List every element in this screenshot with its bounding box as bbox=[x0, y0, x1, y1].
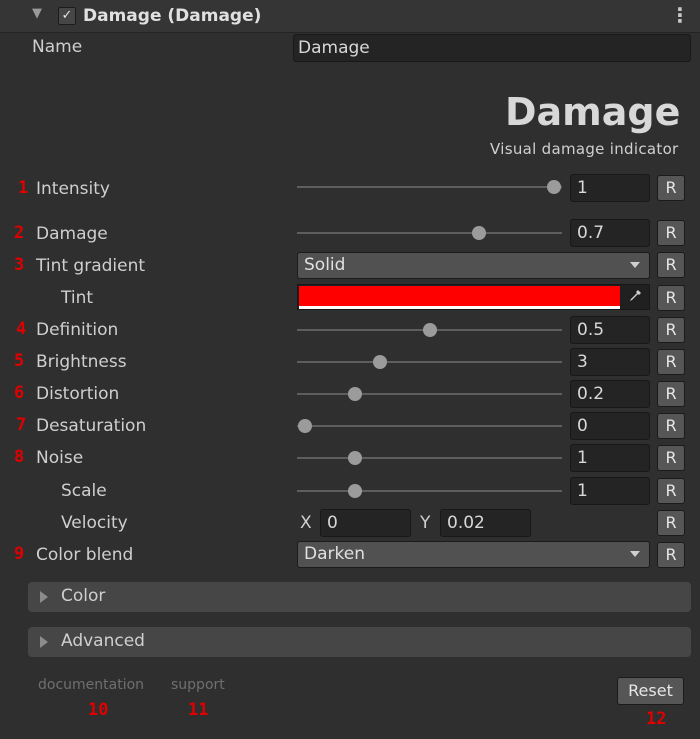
intensity-label: Intensity bbox=[36, 179, 110, 199]
number-marker-2: 2 bbox=[14, 223, 25, 243]
tint-color-swatch[interactable] bbox=[299, 286, 620, 306]
tint-gradient-reset-button[interactable]: R bbox=[657, 252, 685, 278]
damage-slider-track[interactable] bbox=[297, 232, 562, 234]
number-marker-1: 1 bbox=[18, 178, 29, 198]
damage-reset-button[interactable]: R bbox=[657, 220, 685, 246]
chevron-down-icon bbox=[630, 262, 640, 268]
distortion-slider-track[interactable] bbox=[297, 393, 562, 395]
intensity-slider-thumb[interactable] bbox=[547, 180, 561, 194]
color-blend-label: Color blend bbox=[36, 545, 134, 565]
distortion-input[interactable]: 0.2 bbox=[570, 380, 650, 408]
brightness-input[interactable]: 3 bbox=[570, 348, 650, 376]
desaturation-input[interactable]: 0 bbox=[570, 412, 650, 440]
tint-reset-button[interactable]: R bbox=[657, 285, 685, 311]
noise-label: Noise bbox=[36, 448, 84, 468]
documentation-link[interactable]: documentation bbox=[38, 677, 144, 693]
intensity-slider-track[interactable] bbox=[297, 186, 562, 188]
number-marker-3: 3 bbox=[14, 255, 25, 275]
enabled-checkbox[interactable]: ✓ bbox=[58, 7, 76, 25]
scale-input[interactable]: 1 bbox=[570, 477, 650, 505]
color-blend-dropdown[interactable]: Darken bbox=[297, 541, 650, 568]
number-marker-10: 10 bbox=[88, 700, 109, 720]
scale-slider-track[interactable] bbox=[297, 490, 562, 492]
expand-arrow-icon bbox=[40, 636, 48, 648]
scale-slider-thumb[interactable] bbox=[347, 484, 362, 498]
eyedropper-icon[interactable] bbox=[624, 288, 646, 306]
intensity-reset-button[interactable]: R bbox=[657, 175, 685, 201]
color-blend-value: Darken bbox=[304, 544, 365, 564]
color-blend-reset-button[interactable]: R bbox=[657, 542, 685, 568]
number-marker-6: 6 bbox=[14, 383, 25, 403]
color-foldout-label: Color bbox=[61, 586, 106, 606]
noise-reset-button[interactable]: R bbox=[657, 445, 685, 471]
chevron-down-icon bbox=[630, 551, 640, 557]
velocity-x-input[interactable]: 0 bbox=[320, 509, 411, 537]
number-marker-7: 7 bbox=[16, 415, 27, 435]
number-marker-4: 4 bbox=[16, 319, 27, 339]
brightness-reset-button[interactable]: R bbox=[657, 349, 685, 375]
intensity-input[interactable]: 1 bbox=[570, 174, 650, 202]
definition-reset-button[interactable]: R bbox=[657, 317, 685, 343]
desaturation-slider-track[interactable] bbox=[297, 425, 562, 427]
velocity-y-label: Y bbox=[420, 513, 431, 533]
name-label: Name bbox=[32, 37, 83, 57]
logo-subtitle: Visual damage indicator bbox=[490, 140, 679, 158]
scale-label: Scale bbox=[61, 481, 107, 501]
kebab-menu-icon[interactable]: ⋮ bbox=[670, 4, 690, 26]
distortion-label: Distortion bbox=[36, 384, 120, 404]
damage-slider-thumb[interactable] bbox=[472, 226, 487, 240]
velocity-reset-button[interactable]: R bbox=[657, 510, 685, 536]
distortion-reset-button[interactable]: R bbox=[657, 381, 685, 407]
tint-label: Tint bbox=[61, 288, 94, 308]
definition-slider-thumb[interactable] bbox=[422, 323, 437, 337]
tint-gradient-dropdown[interactable]: Solid bbox=[297, 252, 650, 279]
tint-color-field[interactable] bbox=[297, 284, 650, 310]
definition-label: Definition bbox=[36, 320, 119, 340]
number-marker-5: 5 bbox=[14, 351, 25, 371]
collapse-arrow-icon[interactable]: ▼ bbox=[32, 6, 42, 21]
component-title: Damage (Damage) bbox=[83, 6, 262, 26]
noise-slider-thumb[interactable] bbox=[347, 451, 362, 465]
brightness-label: Brightness bbox=[36, 352, 127, 372]
noise-slider-track[interactable] bbox=[297, 457, 562, 459]
tint-gradient-label: Tint gradient bbox=[36, 256, 146, 276]
brightness-slider-thumb[interactable] bbox=[372, 355, 387, 369]
damage-input[interactable]: 0.7 bbox=[570, 219, 650, 247]
advanced-foldout-label: Advanced bbox=[61, 631, 145, 651]
color-foldout[interactable]: Color bbox=[28, 582, 691, 612]
desaturation-slider-thumb[interactable] bbox=[298, 419, 312, 433]
velocity-y-input[interactable]: 0.02 bbox=[440, 509, 531, 537]
velocity-x-label: X bbox=[300, 513, 312, 533]
reset-button[interactable]: Reset bbox=[617, 677, 684, 705]
number-marker-11: 11 bbox=[188, 700, 209, 720]
number-marker-12: 12 bbox=[646, 709, 667, 729]
scale-reset-button[interactable]: R bbox=[657, 478, 685, 504]
tint-alpha-bar bbox=[299, 306, 620, 309]
damage-label: Damage bbox=[36, 224, 108, 244]
distortion-slider-thumb[interactable] bbox=[347, 387, 362, 401]
advanced-foldout[interactable]: Advanced bbox=[28, 627, 691, 657]
expand-arrow-icon bbox=[40, 591, 48, 603]
brightness-slider-track[interactable] bbox=[297, 361, 562, 363]
noise-input[interactable]: 1 bbox=[570, 444, 650, 472]
definition-input[interactable]: 0.5 bbox=[570, 316, 650, 344]
number-marker-8: 8 bbox=[14, 447, 25, 467]
number-marker-9: 9 bbox=[14, 544, 25, 564]
name-input[interactable]: Damage bbox=[293, 34, 691, 62]
tint-gradient-value: Solid bbox=[304, 255, 346, 275]
desaturation-reset-button[interactable]: R bbox=[657, 413, 685, 439]
desaturation-label: Desaturation bbox=[36, 416, 147, 436]
support-link[interactable]: support bbox=[171, 677, 225, 693]
damage-logo: Damage bbox=[505, 90, 681, 134]
velocity-label: Velocity bbox=[61, 513, 128, 533]
